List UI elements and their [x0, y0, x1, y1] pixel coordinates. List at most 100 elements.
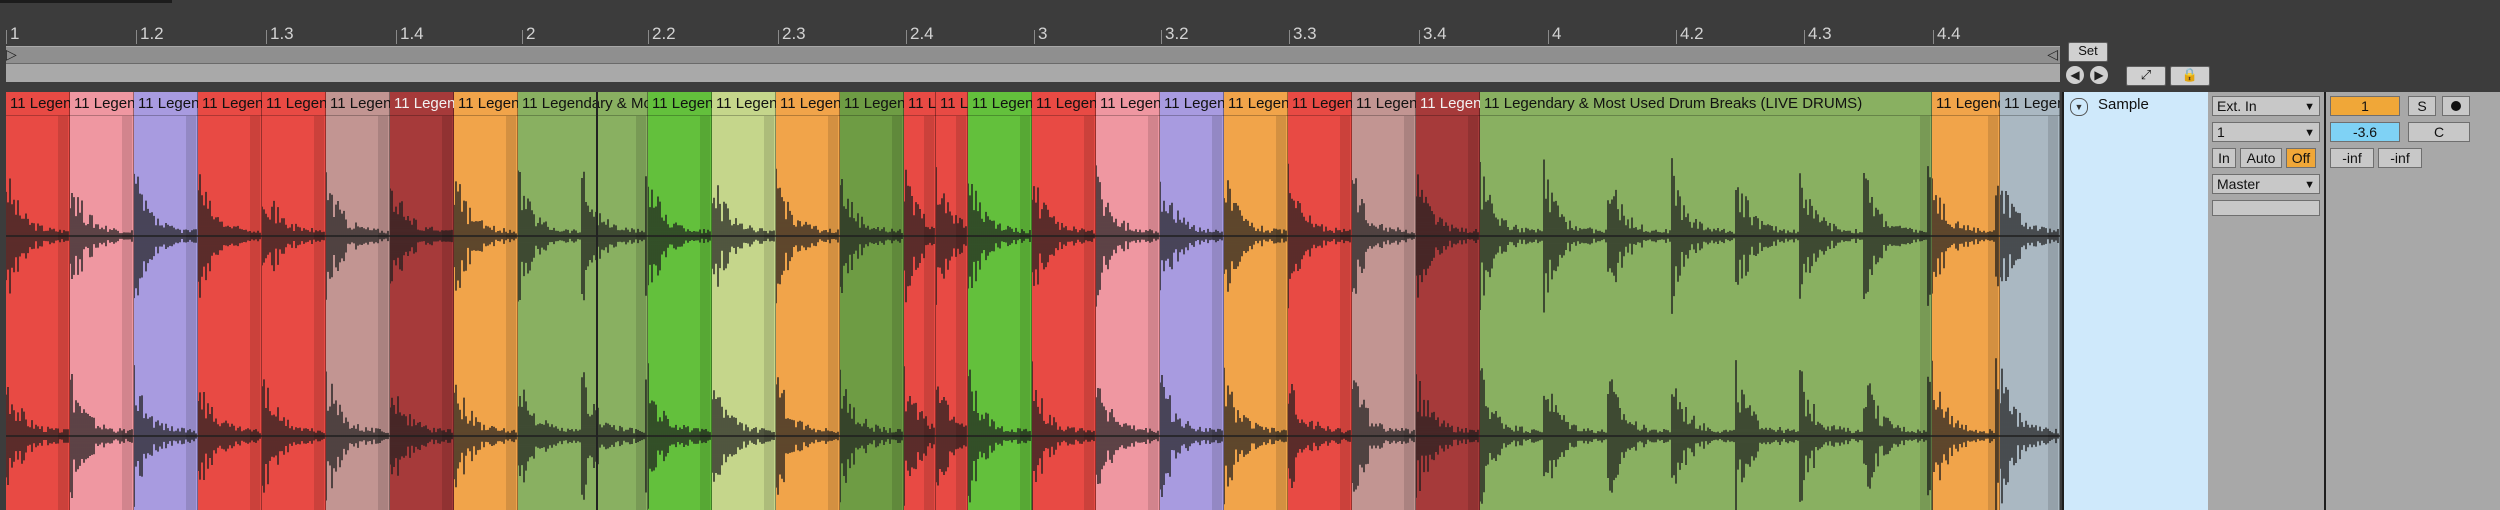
clip-title[interactable]: 11 Legendary & Most Used Drum Breaks (LI…: [1932, 92, 2000, 116]
clip-title[interactable]: 11 Legendary & Most Used Drum Breaks (LI…: [518, 92, 648, 116]
fold-triangle-icon[interactable]: ▼: [2070, 98, 2088, 116]
clip-fade-handle[interactable]: [2048, 116, 2058, 510]
audio-clip[interactable]: 11 Legendary & Most Used Drum Breaks (LI…: [648, 92, 712, 510]
clip-fade-handle[interactable]: [442, 116, 452, 510]
clip-title[interactable]: 11 Legendary & Most Used Drum Breaks (LI…: [936, 92, 968, 116]
clip-title[interactable]: 11 Legendary & Most Used Drum Breaks (LI…: [454, 92, 518, 116]
scrub-area[interactable]: ▷ ◁: [6, 46, 2060, 64]
arrow-left-icon[interactable]: ◀: [2066, 66, 2084, 84]
clip-title[interactable]: 11 Legendary & Most Used Drum Breaks (LI…: [70, 92, 134, 116]
clip-fade-handle[interactable]: [1212, 116, 1222, 510]
clip-fade-handle[interactable]: [1084, 116, 1094, 510]
audio-clip[interactable]: 11 Legendary & Most Used Drum Breaks (LI…: [326, 92, 390, 510]
arrangement-ruler[interactable]: 1 1.2 1.3 1.4 2 2.2 2.3 2.4 3 3.2 3.3 3.4 4 4.2 4.3 4.4: [0, 0, 2060, 44]
clip-title[interactable]: 11 Legendary & Most Used Drum Breaks (LI…: [776, 92, 840, 116]
monitor-off-button[interactable]: Off: [2286, 148, 2316, 168]
monitor-auto-button[interactable]: Auto: [2240, 148, 2282, 168]
clip-title[interactable]: 11 Legendary & Most Used Drum Breaks (LI…: [1352, 92, 1416, 116]
loop-end-marker-icon[interactable]: ◁: [2047, 46, 2058, 63]
clip-title[interactable]: 11 Legendary & Most Used Drum Breaks (LI…: [1288, 92, 1352, 116]
volume-field[interactable]: -3.6: [2330, 122, 2400, 142]
clip-title[interactable]: 11 Legendary & Most Used Drum Breaks (LI…: [134, 92, 198, 116]
audio-clip[interactable]: 11 Legendary & Most Used Drum Breaks (LI…: [936, 92, 968, 510]
audio-clip[interactable]: 11 Legendary & Most Used Drum Breaks (LI…: [1224, 92, 1288, 510]
audio-clip[interactable]: 11 Legendary & Most Used Drum Breaks (LI…: [454, 92, 518, 510]
clip-title[interactable]: 11 Legendary & Most Used Drum Breaks (LI…: [1032, 92, 1096, 116]
clip-fade-handle[interactable]: [1148, 116, 1158, 510]
expand-icon[interactable]: ⤢: [2126, 66, 2166, 86]
audio-clip[interactable]: 11 Legendary & Most Used Drum Breaks (LI…: [1032, 92, 1096, 510]
track-activator-button[interactable]: 1: [2330, 96, 2400, 116]
input-type-select[interactable]: Ext. In ▼: [2212, 96, 2320, 116]
audio-clip[interactable]: 11 Legendary & Most Used Drum Breaks (LI…: [840, 92, 904, 510]
audio-clip[interactable]: 11 Legendary & Most Used Drum Breaks (LI…: [70, 92, 134, 510]
clip-title[interactable]: 11 Legendary & Most Used Drum Breaks (LI…: [326, 92, 390, 116]
clip-fade-handle[interactable]: [636, 116, 646, 510]
arrow-right-icon[interactable]: ▶: [2090, 66, 2108, 84]
clip-title[interactable]: 11 Legendary & Most Used Drum Breaks (LI…: [1160, 92, 1224, 116]
play-start-marker-icon[interactable]: ▷: [6, 46, 17, 63]
input-channel-select[interactable]: 1 ▼: [2212, 122, 2320, 142]
clip-title[interactable]: 11 Legendary & Most Used Drum Breaks (LI…: [1416, 92, 1480, 116]
loop-brace-bar[interactable]: [6, 64, 2060, 82]
track-clip-lane[interactable]: 11 Legendary & Most Used Drum Breaks (LI…: [6, 92, 2060, 510]
lock-icon[interactable]: 🔒: [2170, 66, 2210, 86]
clip-fade-handle[interactable]: [122, 116, 132, 510]
clip-title[interactable]: 11 Legendary & Most Used Drum Breaks (LI…: [840, 92, 904, 116]
clip-fade-handle[interactable]: [1988, 116, 1998, 510]
clip-title[interactable]: 11 Legendary & Most Used Drum Breaks (LI…: [198, 92, 262, 116]
clip-fade-handle[interactable]: [892, 116, 902, 510]
monitor-in-button[interactable]: In: [2212, 148, 2236, 168]
clip-fade-handle[interactable]: [1340, 116, 1350, 510]
audio-clip[interactable]: 11 Legendary & Most Used Drum Breaks (LI…: [1932, 92, 2000, 510]
solo-button[interactable]: S: [2408, 96, 2436, 116]
clip-fade-handle[interactable]: [764, 116, 774, 510]
audio-clip[interactable]: 11 Legendary & Most Used Drum Breaks (LI…: [1160, 92, 1224, 510]
output-channel-select[interactable]: [2212, 200, 2320, 216]
clip-title[interactable]: 11 Legendary & Most Used Drum Breaks (LI…: [968, 92, 1032, 116]
set-button[interactable]: Set: [2068, 42, 2108, 62]
clip-fade-handle[interactable]: [1468, 116, 1478, 510]
audio-clip[interactable]: 11 Legendary & Most Used Drum Breaks (LI…: [1480, 92, 1932, 510]
clip-fade-handle[interactable]: [924, 116, 934, 510]
output-select[interactable]: Master ▼: [2212, 174, 2320, 194]
clip-fade-handle[interactable]: [186, 116, 196, 510]
audio-clip[interactable]: 11 Legendary & Most Used Drum Breaks (LI…: [390, 92, 454, 510]
audio-clip[interactable]: 11 Legendary & Most Used Drum Breaks (LI…: [1096, 92, 1160, 510]
audio-clip[interactable]: 11 Legendary & Most Used Drum Breaks (LI…: [776, 92, 840, 510]
audio-clip[interactable]: 11 Legendary & Most Used Drum Breaks (LI…: [1288, 92, 1352, 510]
audio-clip[interactable]: 11 Legendary & Most Used Drum Breaks (LI…: [134, 92, 198, 510]
clip-title[interactable]: 11 Legendary & Most Used Drum Breaks (LI…: [648, 92, 712, 116]
clip-fade-handle[interactable]: [1020, 116, 1030, 510]
clip-fade-handle[interactable]: [314, 116, 324, 510]
audio-clip[interactable]: 11 Legendary & Most Used Drum Breaks (LI…: [1352, 92, 1416, 510]
clip-fade-handle[interactable]: [956, 116, 966, 510]
clip-title[interactable]: 11 Legendary & Most Used Drum Breaks (LI…: [712, 92, 776, 116]
clip-title[interactable]: 11 Legendary & Most Used Drum Breaks (LI…: [390, 92, 454, 116]
clip-title[interactable]: 11 Legendary & Most Used Drum Breaks (LI…: [6, 92, 70, 116]
audio-clip[interactable]: 11 Legendary & Most Used Drum Breaks (LI…: [968, 92, 1032, 510]
clip-fade-handle[interactable]: [58, 116, 68, 510]
audio-clip[interactable]: 11 Legendary & Most Used Drum Breaks (LI…: [1416, 92, 1480, 510]
record-arm-button[interactable]: [2442, 96, 2470, 116]
audio-clip[interactable]: 11 Legendary & Most Used Drum Breaks (LI…: [2000, 92, 2060, 510]
clip-title[interactable]: 11 Legendary & Most Used Drum Breaks (LI…: [1096, 92, 1160, 116]
audio-clip[interactable]: 11 Legendary & Most Used Drum Breaks (LI…: [6, 92, 70, 510]
audio-clip[interactable]: 11 Legendary & Most Used Drum Breaks (LI…: [262, 92, 326, 510]
clip-title[interactable]: 11 Legendary & Most Used Drum Breaks (LI…: [2000, 92, 2060, 116]
clip-title[interactable]: 11 Legendary & Most Used Drum Breaks (LI…: [262, 92, 326, 116]
clip-fade-handle[interactable]: [828, 116, 838, 510]
clip-fade-handle[interactable]: [1404, 116, 1414, 510]
clip-fade-handle[interactable]: [250, 116, 260, 510]
clip-title[interactable]: 11 Legendary & Most Used Drum Breaks (LI…: [1224, 92, 1288, 116]
clip-title[interactable]: 11 Legendary & Most Used Drum Breaks (LI…: [1480, 92, 1932, 116]
clip-fade-handle[interactable]: [1276, 116, 1286, 510]
clip-fade-handle[interactable]: [506, 116, 516, 510]
pan-field[interactable]: C: [2408, 122, 2470, 142]
audio-clip[interactable]: 11 Legendary & Most Used Drum Breaks (LI…: [904, 92, 936, 510]
clip-fade-handle[interactable]: [700, 116, 710, 510]
device-chain-panel[interactable]: ▼ Sample: [2062, 92, 2210, 510]
audio-clip[interactable]: 11 Legendary & Most Used Drum Breaks (LI…: [712, 92, 776, 510]
clip-title[interactable]: 11 Legendary & Most Used Drum Breaks (LI…: [904, 92, 936, 116]
clip-fade-handle[interactable]: [378, 116, 388, 510]
